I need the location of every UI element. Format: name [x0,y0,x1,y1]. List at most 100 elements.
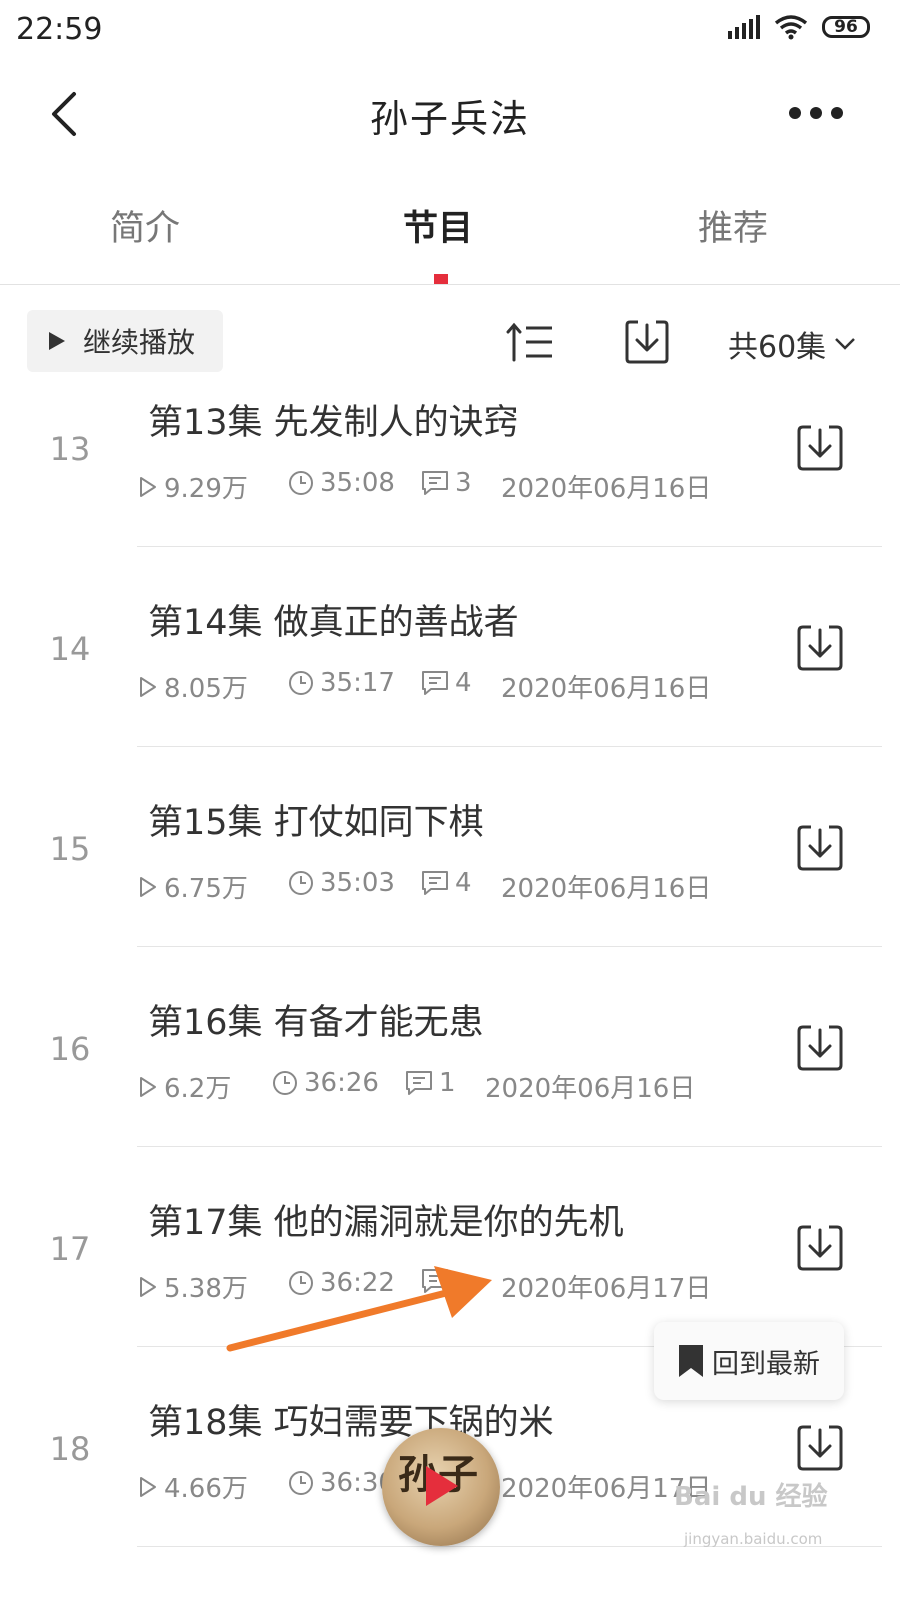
status-time: 22:59 [16,12,103,47]
clock-icon [288,470,314,496]
tabs-divider [0,284,900,285]
watermark-url: jingyan.baidu.com [684,1530,823,1548]
clock-icon [288,670,314,696]
comment-icon [421,470,449,496]
clock-icon [288,870,314,896]
episode-number: 18 [49,1430,91,1468]
row-divider [137,746,882,747]
play-count-value: 9.29万 [164,474,248,504]
page-title: 孙子兵法 [369,97,530,141]
annotation-arrow [226,1266,492,1352]
play-icon [49,332,65,350]
publish-date: 2020年06月16日 [501,674,712,704]
comment-count-value: 4 [455,668,472,698]
tab-episodes[interactable]: 节目 [403,200,473,251]
more-options-icon[interactable] [788,106,844,120]
episode-count-label: 共60集 [728,330,827,365]
play-count: 8.05万 [138,668,248,705]
back-to-latest-button[interactable]: 回到最新 [654,1322,844,1400]
episode-title: 第18集 巧妇需要下锅的米 [148,1403,554,1443]
play-count-icon [138,1076,158,1098]
episode-title: 第16集 有备才能无患 [148,1003,484,1043]
mini-player[interactable]: 孙子 [382,1428,500,1546]
download-icon[interactable] [796,824,844,872]
active-tab-indicator [434,274,448,284]
comment-count-value: 1 [439,1068,456,1098]
play-count-icon [138,676,158,698]
play-count-value: 6.75万 [164,874,248,904]
comment-count-value: 4 [455,868,472,898]
chevron-down-icon [835,338,856,350]
comment-icon [405,1070,433,1096]
publish-date: 2020年06月16日 [501,874,712,904]
bookmark-icon [679,1345,703,1377]
play-count-icon [138,476,158,498]
row-divider [137,546,882,547]
back-to-latest-label: 回到最新 [712,1348,820,1380]
continue-play-button[interactable]: 继续播放 [27,310,223,372]
episode-number: 13 [49,430,91,468]
duration-value: 36:26 [304,1068,379,1098]
play-count: 4.66万 [138,1468,248,1505]
sort-order-icon[interactable] [506,322,554,362]
watermark: Bai du 经验 [674,1482,828,1512]
duration: 36:30 [288,1468,395,1498]
download-icon[interactable] [796,1224,844,1272]
duration: 35:03 [288,868,395,898]
battery-indicator: 96 [822,16,870,38]
batch-download-icon[interactable] [624,319,670,365]
row-divider [137,946,882,947]
signal-icon [728,15,760,39]
episode-row[interactable]: 15 第15集 打仗如同下棋 6.75万 35:03 4 2020年06月16日 [0,788,900,988]
episode-number: 17 [49,1230,91,1268]
wifi-icon [774,15,808,40]
episode-title: 第13集 先发制人的诀窍 [148,403,519,443]
publish-date: 2020年06月16日 [501,474,712,504]
play-count-icon [138,1476,158,1498]
episode-row[interactable]: 16 第16集 有备才能无患 6.2万 36:26 1 2020年06月16日 [0,988,900,1188]
episode-title: 第14集 做真正的善战者 [148,603,519,643]
publish-date: 2020年06月16日 [485,1074,696,1104]
episode-row[interactable]: 13 第13集 先发制人的诀窍 9.29万 35:08 3 2020年06月16日 [0,388,900,588]
play-icon [426,1466,458,1506]
play-count: 6.2万 [138,1068,231,1105]
duration: 35:17 [288,668,395,698]
episode-number: 14 [49,630,91,668]
duration: 35:08 [288,468,395,498]
duration-value: 35:03 [320,868,395,898]
play-count-icon [138,1276,158,1298]
comment-count: 3 [421,468,472,498]
episode-count-dropdown[interactable]: 共60集 [728,322,856,366]
tab-recommend[interactable]: 推荐 [698,200,768,251]
download-icon[interactable] [796,1424,844,1472]
tab-intro[interactable]: 简介 [110,200,180,251]
play-count: 6.75万 [138,868,248,905]
download-icon[interactable] [796,424,844,472]
duration-value: 35:08 [320,468,395,498]
comment-count: 4 [421,868,472,898]
continue-play-label: 继续播放 [83,326,196,359]
clock-icon [272,1070,298,1096]
play-count-value: 6.2万 [164,1074,232,1104]
episode-number: 15 [49,830,91,868]
play-count-value: 8.05万 [164,674,248,704]
download-icon[interactable] [796,624,844,672]
status-icons: 96 [728,14,870,40]
clock-icon [288,1470,314,1496]
episode-number: 16 [49,1030,91,1068]
play-count: 9.29万 [138,468,248,505]
duration: 36:26 [272,1068,379,1098]
comment-icon [421,670,449,696]
duration-value: 35:17 [320,668,395,698]
comment-icon [421,870,449,896]
play-count-icon [138,876,158,898]
episode-row[interactable]: 14 第14集 做真正的善战者 8.05万 35:17 4 2020年06月16日 [0,588,900,788]
episode-title: 第17集 他的漏洞就是你的先机 [148,1203,624,1243]
comment-count: 4 [421,668,472,698]
download-icon[interactable] [796,1024,844,1072]
row-divider [137,1146,882,1147]
comment-count: 1 [405,1068,456,1098]
publish-date: 2020年06月17日 [501,1274,712,1304]
comment-count-value: 3 [455,468,472,498]
play-count-value: 4.66万 [164,1474,248,1504]
